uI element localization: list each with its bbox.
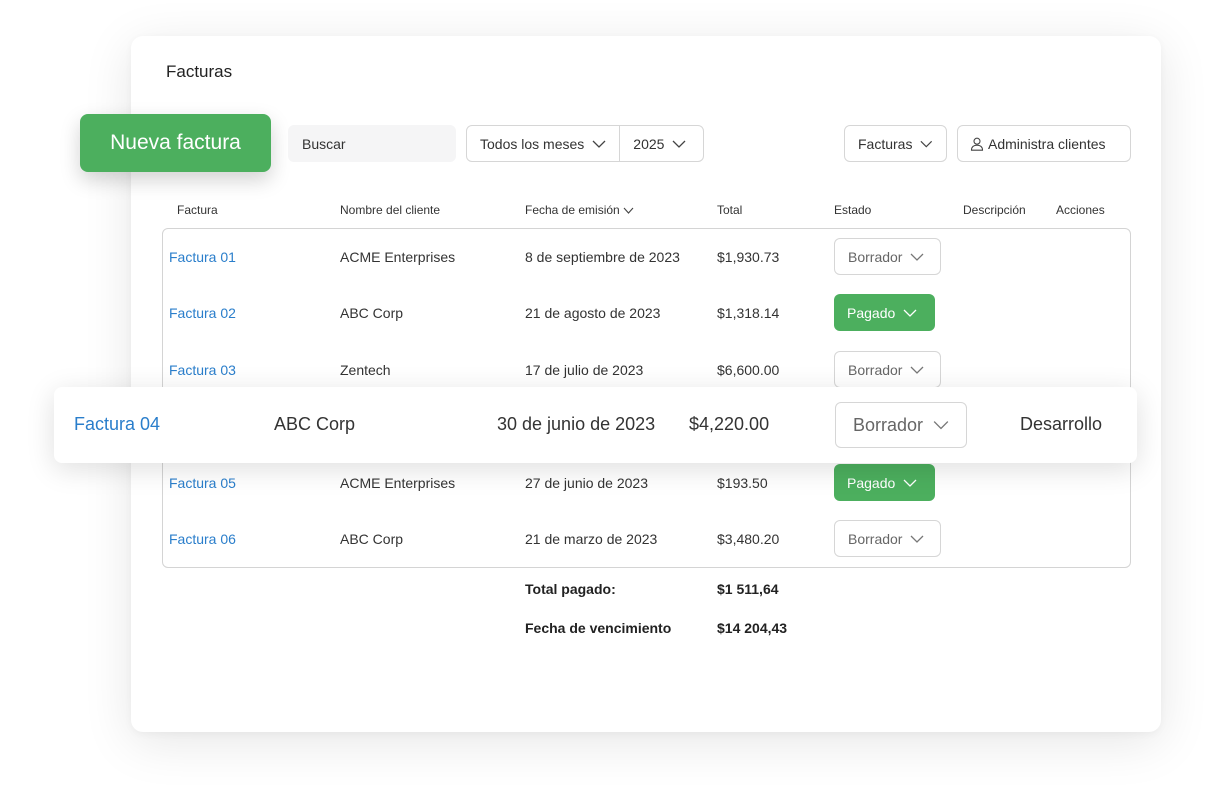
column-header-invoice: Factura xyxy=(177,203,218,217)
invoice-link[interactable]: Factura 05 xyxy=(169,475,236,491)
status-dropdown[interactable]: Pagado xyxy=(834,464,935,501)
column-header-total: Total xyxy=(717,203,743,217)
chevron-down-icon xyxy=(672,140,686,148)
client-name: ACME Enterprises xyxy=(340,475,456,491)
due-date-label: Fecha de vencimiento xyxy=(525,620,672,636)
column-header-actions: Acciones xyxy=(1056,203,1105,217)
chevron-down-icon xyxy=(920,140,933,148)
status-label: Borrador xyxy=(848,530,903,547)
client-name: ABC Corp xyxy=(274,414,356,434)
type-filter-dropdown[interactable]: Facturas xyxy=(844,125,947,162)
column-header-client: Nombre del cliente xyxy=(340,203,441,217)
chevron-down-icon xyxy=(911,535,924,543)
issue-date: 17 de julio de 2023 xyxy=(525,362,644,378)
status-dropdown[interactable]: Borrador xyxy=(834,238,941,275)
invoice-link[interactable]: Factura 01 xyxy=(169,249,236,265)
highlighted-table-row: Factura 04 ABC Corp 30 de junio de 2023 … xyxy=(54,387,1137,463)
invoice-total: $193.50 xyxy=(717,475,768,491)
issue-date: 27 de junio de 2023 xyxy=(525,475,648,491)
sort-chevron-icon xyxy=(623,207,634,214)
client-name: ABC Corp xyxy=(340,531,404,547)
invoice-total: $4,220.00 xyxy=(689,414,770,434)
year-filter-dropdown[interactable]: 2025 xyxy=(619,126,699,161)
invoice-link[interactable]: Factura 04 xyxy=(74,414,160,435)
year-filter-label: 2025 xyxy=(633,135,665,152)
manage-clients-button[interactable]: Administra clientes xyxy=(957,125,1131,162)
month-filter-label: Todos los meses xyxy=(480,135,585,152)
new-invoice-button[interactable]: Nueva factura xyxy=(80,114,271,172)
chevron-down-icon xyxy=(592,140,606,148)
client-name: Zentech xyxy=(340,362,391,378)
issue-date: 30 de junio de 2023 xyxy=(497,414,656,434)
month-filter-dropdown[interactable]: Todos los meses xyxy=(467,126,619,161)
invoice-total: $6,600.00 xyxy=(717,362,780,378)
status-dropdown[interactable]: Pagado xyxy=(834,294,935,331)
status-dropdown[interactable]: Borrador xyxy=(834,520,941,557)
status-label: Borrador xyxy=(853,414,924,435)
chevron-down-icon xyxy=(911,253,924,261)
invoice-link[interactable]: Factura 06 xyxy=(169,531,236,547)
type-filter-label: Facturas xyxy=(858,135,913,152)
client-name: ABC Corp xyxy=(340,305,404,321)
column-header-description: Descripción xyxy=(963,203,1026,217)
total-paid-label: Total pagado: xyxy=(525,581,616,597)
issue-date: 21 de marzo de 2023 xyxy=(525,531,658,547)
date-filter-group: Todos los meses 2025 xyxy=(466,125,704,162)
issue-date: 8 de septiembre de 2023 xyxy=(525,249,680,265)
chevron-down-icon xyxy=(903,479,917,487)
invoice-total: $3,480.20 xyxy=(717,531,780,547)
status-label: Pagado xyxy=(847,474,896,491)
invoice-description: Desarrollo xyxy=(1020,414,1103,434)
chevron-down-icon xyxy=(911,366,924,374)
total-paid-value: $1 511,64 xyxy=(717,581,779,597)
due-value: $14 204,43 xyxy=(717,620,788,636)
user-icon xyxy=(970,137,984,151)
column-header-date[interactable]: Fecha de emisión xyxy=(525,203,634,217)
status-dropdown[interactable]: Borrador xyxy=(835,402,967,448)
status-label: Borrador xyxy=(848,361,903,378)
page-title: Facturas xyxy=(166,62,233,81)
invoice-total: $1,318.14 xyxy=(717,305,780,321)
client-name: ACME Enterprises xyxy=(340,249,456,265)
chevron-down-icon xyxy=(903,309,917,317)
column-header-status: Estado xyxy=(834,203,872,217)
status-label: Pagado xyxy=(847,304,896,321)
chevron-down-icon xyxy=(933,421,949,430)
status-label: Borrador xyxy=(848,248,903,265)
invoice-link[interactable]: Factura 03 xyxy=(169,362,236,378)
invoice-total: $1,930.73 xyxy=(717,249,780,265)
issue-date: 21 de agosto de 2023 xyxy=(525,305,661,321)
column-header-date-label: Fecha de emisión xyxy=(525,203,620,217)
manage-clients-label: Administra clientes xyxy=(988,135,1106,152)
search-input[interactable] xyxy=(288,125,456,162)
invoice-link[interactable]: Factura 02 xyxy=(169,305,236,321)
status-dropdown[interactable]: Borrador xyxy=(834,351,941,388)
